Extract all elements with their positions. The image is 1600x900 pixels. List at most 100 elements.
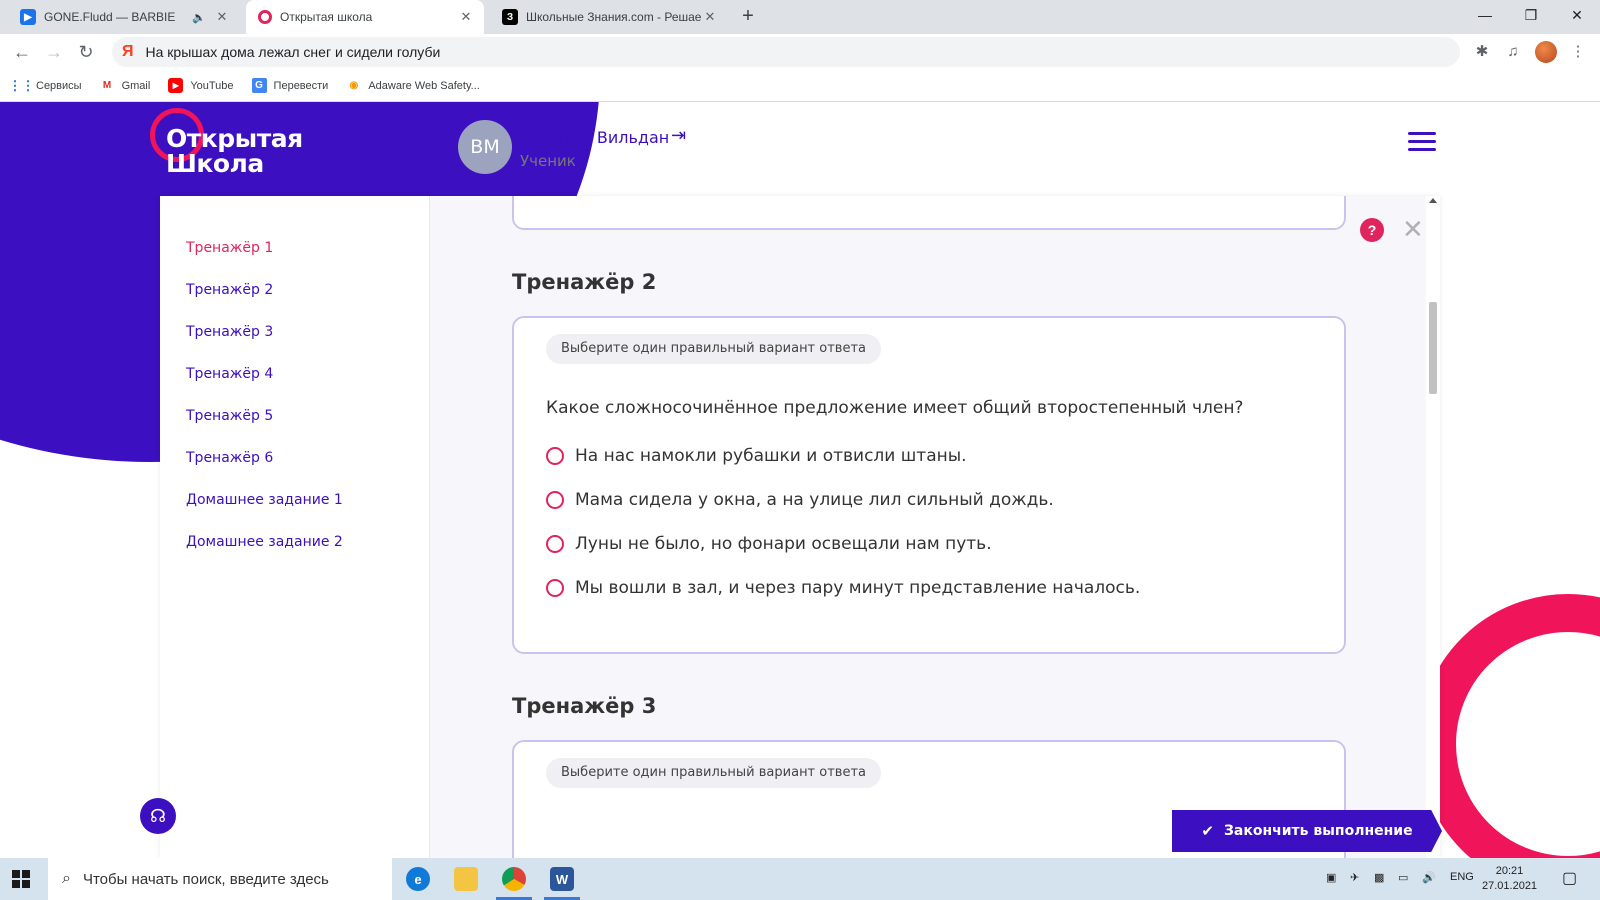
tab-title: Открытая школа <box>280 10 373 24</box>
exercise-content: Тренажёр 2 Выберите один правильный вари… <box>430 196 1426 858</box>
sidebar-item-trainer-3[interactable]: Тренажёр 3 <box>186 324 429 366</box>
restore-button[interactable]: ❐ <box>1508 0 1554 30</box>
logo-line-2: Школа <box>166 149 264 178</box>
radio-button[interactable] <box>546 447 564 465</box>
sidebar-item-trainer-2[interactable]: Тренажёр 2 <box>186 282 429 324</box>
speaker-icon[interactable]: 🔈 <box>192 11 206 24</box>
tray-nvidia-icon[interactable]: ▩ <box>1374 871 1384 884</box>
bookmark-label: Сервисы <box>36 79 82 92</box>
open-school-icon <box>258 10 272 24</box>
answer-option[interactable]: На нас намокли рубашки и отвисли штаны. <box>546 446 967 466</box>
sidebar-item-trainer-5[interactable]: Тренажёр 5 <box>186 408 429 450</box>
sidebar-item-trainer-4[interactable]: Тренажёр 4 <box>186 366 429 408</box>
profile-avatar[interactable] <box>1535 41 1557 63</box>
bookmark-youtube[interactable]: ▶ YouTube <box>168 78 234 93</box>
answer-option[interactable]: Мы вошли в зал, и через пару минут предс… <box>546 578 1140 598</box>
language-indicator[interactable]: ENG <box>1450 871 1474 883</box>
answer-option-label: На нас намокли рубашки и отвисли штаны. <box>575 446 967 466</box>
apps-grid-icon: ⋮⋮ <box>8 77 35 93</box>
new-tab-button[interactable]: + <box>736 5 760 29</box>
word-icon: W <box>550 867 574 891</box>
windows-start-icon[interactable] <box>12 870 30 888</box>
extensions-puzzle-icon[interactable]: ✱ <box>1472 42 1492 62</box>
finish-button[interactable]: ✔ Закончить выполнение <box>1172 810 1442 852</box>
browser-tab-strip: ▶ GONE.Fludd — BARBIE 🔈 ✕ Открытая школа… <box>0 0 1600 34</box>
bookmark-gmail[interactable]: M Gmail <box>100 78 150 93</box>
decorative-pink-ring <box>1418 594 1600 858</box>
bookmark-adaware[interactable]: ◉ Adaware Web Safety... <box>346 78 479 93</box>
page-scrollbar[interactable] <box>1426 196 1440 858</box>
tab-youtube-music[interactable]: ▶ GONE.Fludd — BARBIE 🔈 ✕ <box>8 0 240 34</box>
answer-type-chip: Выберите один правильный вариант ответа <box>546 758 881 788</box>
address-text: На крышах дома лежал снег и сидели голуб… <box>145 44 441 60</box>
tray-app-icon[interactable]: ▣ <box>1326 871 1336 884</box>
user-name-link[interactable]: Муратов Вильдан <box>520 128 669 147</box>
radio-button[interactable] <box>546 579 564 597</box>
close-window-button[interactable]: ✕ <box>1554 0 1600 30</box>
scroll-up-arrow-icon[interactable] <box>1429 198 1437 203</box>
gmail-icon: M <box>102 80 112 91</box>
close-tab-icon[interactable]: ✕ <box>214 9 230 25</box>
close-icon[interactable]: ✕ <box>1402 214 1424 245</box>
radio-button[interactable] <box>546 491 564 509</box>
page-viewport: Открытая Школа ВМ Муратов Вильдан ⇥ Учен… <box>0 102 1600 858</box>
close-tab-icon[interactable]: ✕ <box>458 9 474 25</box>
reload-icon[interactable]: ↻ <box>74 40 98 64</box>
clock-time: 20:21 <box>1495 865 1524 877</box>
tray-network-icon[interactable]: ✈ <box>1350 871 1359 884</box>
finish-button-label: Закончить выполнение <box>1223 823 1413 839</box>
question-box-previous <box>512 196 1346 230</box>
sidebar-item-homework-2[interactable]: Домашнее задание 2 <box>186 534 429 576</box>
bookmark-label: YouTube <box>190 79 234 92</box>
clock-date: 27.01.2021 <box>1482 880 1538 892</box>
scrollbar-thumb[interactable] <box>1429 302 1437 394</box>
tab-title: Школьные Знания.com - Решаем д <box>526 10 702 24</box>
bookmark-services[interactable]: ⋮⋮ Сервисы <box>8 77 82 93</box>
yandex-icon: Я <box>122 43 134 60</box>
support-headset-icon[interactable]: ☊ <box>140 798 176 834</box>
answer-option-label: Мы вошли в зал, и через пару минут предс… <box>575 578 1141 598</box>
bookmarks-bar: ⋮⋮ Сервисы M Gmail ▶ YouTube G Перевести… <box>0 70 1600 102</box>
windows-taskbar: ⌕ Чтобы начать поиск, введите здесь e W … <box>0 858 1600 900</box>
address-bar[interactable]: Я На крышах дома лежал снег и сидели гол… <box>112 37 1460 67</box>
question-box-trainer-2: Выберите один правильный вариант ответа … <box>512 316 1346 654</box>
bookmark-translate[interactable]: G Перевести <box>251 78 328 93</box>
folder-icon <box>454 867 478 891</box>
search-placeholder: Чтобы начать поиск, введите здесь <box>82 870 329 888</box>
youtube-icon: ▶ <box>168 78 184 93</box>
section-title-trainer-2: Тренажёр 2 <box>512 270 657 294</box>
open-school-logo[interactable]: Открытая Школа <box>150 108 320 178</box>
sidebar-item-trainer-6[interactable]: Тренажёр 6 <box>186 450 429 492</box>
back-arrow-icon[interactable]: ← <box>10 40 34 64</box>
tray-display-icon[interactable]: ▭ <box>1398 871 1408 884</box>
media-control-icon[interactable]: ♫ <box>1503 42 1523 62</box>
question-text: Какое сложносочинённое предложение имеет… <box>546 398 1244 418</box>
sidebar-item-trainer-1[interactable]: Тренажёр 1 <box>186 240 429 282</box>
answer-option[interactable]: Луны не было, но фонари освещали нам пут… <box>546 534 992 554</box>
radio-button[interactable] <box>546 535 564 553</box>
taskbar-search-input[interactable]: ⌕ Чтобы начать поиск, введите здесь <box>48 858 392 900</box>
tab-znanija[interactable]: З Школьные Знания.com - Решаем д ✕ <box>490 0 728 34</box>
taskbar-edge[interactable]: e <box>394 858 442 900</box>
taskbar-explorer[interactable] <box>442 858 490 900</box>
answer-option[interactable]: Мама сидела у окна, а на улице лил сильн… <box>546 490 1054 510</box>
volume-icon[interactable]: 🔊 <box>1422 871 1436 884</box>
help-icon[interactable]: ? <box>1360 218 1384 242</box>
notifications-icon[interactable]: ▢ <box>1562 868 1577 888</box>
znanija-icon: З <box>502 9 518 25</box>
sidebar-item-homework-1[interactable]: Домашнее задание 1 <box>186 492 429 534</box>
tab-open-school[interactable]: Открытая школа ✕ <box>246 0 484 34</box>
forward-arrow-icon[interactable]: → <box>42 40 66 64</box>
edge-icon: e <box>406 867 430 891</box>
user-avatar[interactable]: ВМ <box>458 120 512 174</box>
check-icon: ✔ <box>1201 822 1214 840</box>
logout-icon[interactable]: ⇥ <box>671 125 686 146</box>
taskbar-clock[interactable]: 20:21 27.01.2021 <box>1482 864 1537 894</box>
minimize-button[interactable]: — <box>1462 0 1508 30</box>
close-tab-icon[interactable]: ✕ <box>702 9 718 25</box>
hamburger-menu-icon[interactable] <box>1408 132 1436 152</box>
taskbar-word[interactable]: W <box>538 858 586 900</box>
more-menu-icon[interactable]: ⋮ <box>1568 42 1588 62</box>
trainer-sidebar: Тренажёр 1 Тренажёр 2 Тренажёр 3 Тренажё… <box>160 196 430 858</box>
taskbar-chrome[interactable] <box>490 858 538 900</box>
